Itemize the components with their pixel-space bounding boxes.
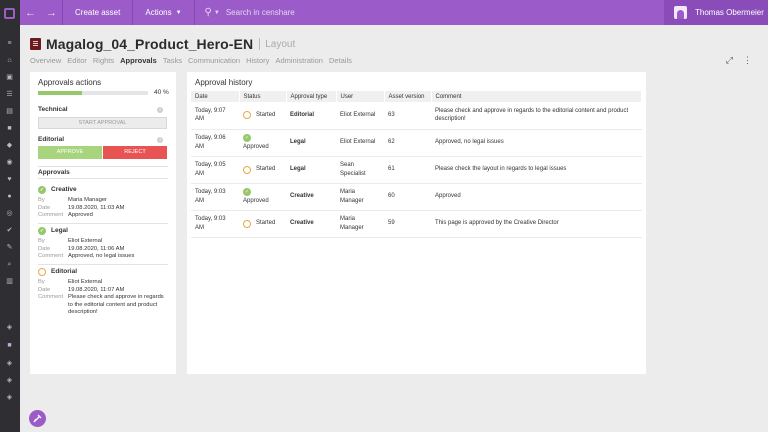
table-row[interactable]: Today, 9:05 AM Started Legal Sean Specia… (191, 156, 642, 184)
panel-title: Approval history (195, 78, 253, 87)
column-header[interactable]: Comment (431, 91, 642, 102)
user-name: Thomas Obermeier (695, 8, 764, 17)
tab-communication[interactable]: Communication (188, 56, 240, 65)
reject-button[interactable]: REJECT (103, 146, 167, 159)
tab-overview[interactable]: Overview (30, 56, 61, 65)
tab-editor[interactable]: Editor (67, 56, 87, 65)
pending-circle-icon (243, 165, 251, 174)
sidebar-item-tag3-icon[interactable]: ◈ (4, 360, 15, 367)
tab-details[interactable]: Details (329, 56, 352, 65)
table-row[interactable]: Today, 9:06 AM ✓ Approved Legal Eliot Ext… (191, 129, 642, 157)
sidebar-item-search-icon[interactable]: ⌕ (4, 261, 15, 268)
sidebar-item-assets-icon[interactable]: ▣ (4, 74, 15, 81)
approval-progress-bar (38, 91, 148, 95)
panel-title: Approvals actions (38, 78, 102, 87)
sidebar-item-menu-icon[interactable]: ≡ (4, 40, 15, 47)
approval-history-panel: Approval history Date Status Approval ty… (187, 72, 646, 374)
create-asset-button[interactable]: Create asset (63, 0, 132, 25)
actions-menu-button[interactable]: Actions ▼ (133, 0, 193, 25)
asset-type: Layout (265, 38, 296, 50)
sidebar-item-tag-icon[interactable]: ◆ (4, 142, 15, 149)
sidebar-item-tag4-icon[interactable]: ◈ (4, 377, 15, 384)
tab-tasks[interactable]: Tasks (163, 56, 182, 65)
table-row[interactable]: Today, 9:03 AM ✓ Approved Creative Maria … (191, 183, 642, 211)
info-icon[interactable]: i (157, 107, 163, 113)
more-vertical-icon[interactable]: ⋮ (743, 55, 752, 66)
approval-item-legal: ✓ Legal By Eliot External Date 19.08.2020, … (38, 226, 135, 259)
chevron-down-icon: ▼ (175, 9, 182, 16)
check-icon: ✓ (38, 226, 46, 235)
table-row[interactable]: Today, 9:07 AM Started Editorial Eliot E… (191, 102, 642, 130)
editorial-label: Editorial (38, 136, 65, 143)
sidebar-item-tag2-icon[interactable]: ◈ (4, 324, 15, 331)
tab-approvals[interactable]: Approvals (120, 56, 157, 65)
column-header[interactable]: User (336, 91, 385, 102)
expand-icon[interactable]: ⤢ (726, 55, 733, 66)
table-header-row: Date Status Approval type User Asset ver… (191, 91, 642, 102)
pending-circle-icon (243, 111, 251, 120)
approvals-actions-panel: Approvals actions 40 % Technical i START… (30, 72, 176, 374)
sidebar-item-trash-icon[interactable]: ▥ (4, 278, 15, 285)
tab-history[interactable]: History (246, 56, 269, 65)
forward-arrow-icon[interactable]: → (41, 0, 62, 25)
approvals-label: Approvals (38, 169, 70, 176)
asset-tabs: Overview Editor Rights Approvals Tasks C… (30, 56, 358, 65)
asset-header: Magalog_04_Product_Hero-EN Layout (30, 36, 295, 52)
start-approval-button[interactable]: START APPROVAL (38, 117, 167, 129)
technical-label: Technical (38, 106, 68, 113)
search-scope-chevron-icon[interactable]: ▼ (214, 10, 220, 16)
back-arrow-icon[interactable]: ← (20, 0, 41, 25)
check-icon: ✓ (243, 134, 251, 142)
column-header[interactable]: Asset version (384, 91, 432, 102)
asset-name: Magalog_04_Product_Hero-EN (46, 36, 254, 52)
search-icon: ⚲ (204, 7, 212, 18)
sidebar-item-tag5-icon[interactable]: ◈ (4, 394, 15, 401)
approve-button[interactable]: APPROVE (38, 146, 102, 159)
search-input[interactable]: ⚲ ▼ Search in censhare (195, 0, 655, 25)
tab-rights[interactable]: Rights (93, 56, 114, 65)
sidebar-item-globe-icon[interactable]: ◉ (4, 159, 15, 166)
sidebar-item-box-icon[interactable]: ■ (4, 125, 15, 132)
table-row[interactable]: Today, 9:03 AM Started Creative Maria Ma… (191, 210, 642, 238)
info-icon[interactable]: i (157, 137, 163, 143)
search-placeholder: Search in censhare (225, 8, 295, 17)
approval-progress-text: 40 % (154, 89, 169, 96)
sidebar-item-check-icon[interactable]: ✔ (4, 227, 15, 234)
column-header[interactable]: Approval type (286, 91, 337, 102)
sidebar-item-home-icon[interactable]: ⌂ (4, 57, 15, 64)
sidebar-item-heart-icon[interactable]: ♥ (4, 176, 15, 183)
pending-circle-icon (243, 219, 251, 228)
user-menu[interactable]: Thomas Obermeier (664, 0, 768, 25)
sidebar-item-eye-icon[interactable]: ◎ (4, 210, 15, 217)
app-logo-icon[interactable] (4, 8, 15, 19)
sidebar-item-edit-icon[interactable]: ✎ (4, 244, 15, 251)
pending-circle-icon (38, 267, 46, 276)
sidebar-item-image-icon[interactable]: ▤ (4, 108, 15, 115)
approval-item-editorial: Editorial By Eliot External Date 19.08.202… (38, 267, 164, 315)
tab-administration[interactable]: Administration (275, 56, 323, 65)
left-rail: ≡ ⌂ ▣ ☰ ▤ ■ ◆ ◉ ♥ ● ◎ ✔ ✎ ⌕ ▥ ◈ ■ ◈ ◈ ◈ (0, 0, 20, 432)
sidebar-item-current-asset-icon[interactable]: ■ (4, 342, 15, 349)
check-icon: ✓ (243, 188, 251, 196)
sidebar-item-people-icon[interactable]: ● (4, 193, 15, 200)
avatar-icon (674, 6, 687, 19)
sidebar-item-list-icon[interactable]: ☰ (4, 91, 15, 98)
document-icon (30, 38, 41, 50)
approval-item-creative: ✓ Creative By Maria Manager Date 19.08.2020… (38, 185, 125, 218)
approval-history-table: Date Status Approval type User Asset ver… (191, 91, 642, 238)
check-icon: ✓ (38, 185, 46, 194)
top-bar: ← → Create asset Actions ▼ ⚲ ▼ Search in … (20, 0, 768, 25)
column-header[interactable]: Status (239, 91, 287, 102)
pin-icon[interactable] (29, 410, 46, 427)
column-header[interactable]: Date (191, 91, 240, 102)
